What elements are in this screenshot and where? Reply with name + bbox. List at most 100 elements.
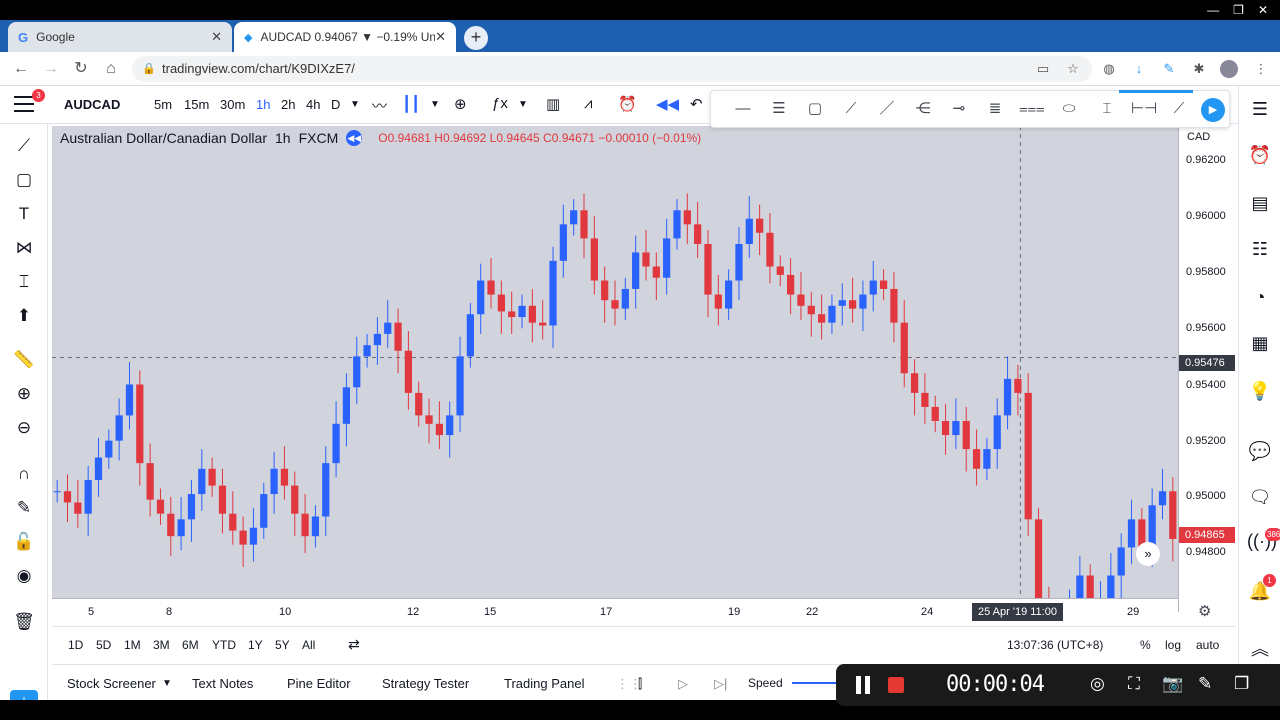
- data-window-icon[interactable]: ☷: [1247, 236, 1273, 262]
- range-3m[interactable]: 3M: [153, 638, 170, 652]
- fullscreen-icon[interactable]: ⛶: [1128, 674, 1140, 694]
- tab-strategy-tester[interactable]: Strategy Tester: [382, 676, 469, 691]
- calendar-icon[interactable]: ▦: [1247, 330, 1273, 356]
- undo-icon[interactable]: ↶: [690, 95, 703, 113]
- range-5d[interactable]: 5D: [96, 638, 111, 652]
- range-ytd[interactable]: YTD: [212, 638, 236, 652]
- replay-back-icon[interactable]: ◀◀: [346, 130, 363, 146]
- timeframe-15m[interactable]: 15m: [184, 97, 209, 112]
- trash-icon[interactable]: 🗑: [12, 610, 36, 634]
- close-icon[interactable]: ✕: [435, 29, 446, 45]
- trend-tools-icon[interactable]: ⟋: [12, 134, 36, 158]
- back-arrow-icon[interactable]: ←: [10, 58, 32, 80]
- shapes-icon[interactable]: ▢: [12, 168, 36, 192]
- replay-step-icon[interactable]: ▷|: [714, 676, 727, 692]
- percent-toggle[interactable]: %: [1140, 638, 1151, 652]
- timeframe-d[interactable]: D: [331, 97, 340, 112]
- kebab-menu-icon[interactable]: ⋮: [1252, 60, 1270, 78]
- timeframe-4h[interactable]: 4h: [306, 97, 320, 112]
- alerts-clock-icon[interactable]: ⏰: [1247, 142, 1273, 168]
- watchlist-icon[interactable]: ☰: [1247, 96, 1273, 122]
- indicators-icon[interactable]: ƒx: [492, 95, 508, 112]
- zoom-out-icon[interactable]: ⊖: [12, 416, 36, 440]
- text-tool-icon[interactable]: T: [12, 202, 36, 226]
- play-icon[interactable]: ▶: [1201, 98, 1225, 122]
- url-field[interactable]: 🔒 tradingview.com/chart/K9DIXzE7/: [132, 56, 1092, 82]
- profile-avatar[interactable]: [1220, 60, 1238, 78]
- replay-icon[interactable]: ◀◀: [656, 95, 679, 113]
- ellipse-icon[interactable]: ⬭: [1057, 99, 1081, 119]
- eye-icon[interactable]: ◉: [12, 564, 36, 588]
- timeframe-2h[interactable]: 2h: [281, 97, 295, 112]
- range-6m[interactable]: 6M: [182, 638, 199, 652]
- replay-select-bar-icon[interactable]: ⫿: [638, 676, 642, 692]
- range-1m[interactable]: 1M: [124, 638, 141, 652]
- tab-pine-editor[interactable]: Pine Editor: [287, 676, 351, 691]
- fib-channel-icon[interactable]: ⩶: [1019, 99, 1045, 119]
- ideas-lightbulb-icon[interactable]: 💡: [1247, 378, 1273, 404]
- pen-extension-icon[interactable]: ✎: [1160, 60, 1178, 78]
- camera-icon[interactable]: 📷: [1162, 674, 1183, 694]
- home-icon[interactable]: ⌂: [100, 58, 122, 80]
- range-1y[interactable]: 1Y: [248, 638, 263, 652]
- prediction-icon[interactable]: ⌶: [12, 270, 36, 294]
- timeframe-5m[interactable]: 5m: [154, 97, 172, 112]
- symbol-search[interactable]: AUDCAD: [64, 97, 120, 112]
- log-toggle[interactable]: log: [1165, 638, 1181, 652]
- range-1d[interactable]: 1D: [68, 638, 83, 652]
- stop-record-icon[interactable]: [888, 677, 904, 693]
- time-axis[interactable]: 5 8 10 12 15 17 19 22 24 29 25 Apr '19 1…: [52, 598, 1178, 624]
- ruler-icon[interactable]: 📏: [12, 348, 36, 372]
- tab-text-notes[interactable]: Text Notes: [192, 676, 253, 691]
- measure-icon[interactable]: ⟋: [1167, 99, 1191, 119]
- new-tab-button[interactable]: +: [464, 26, 488, 50]
- speed-slider[interactable]: [792, 682, 840, 684]
- goto-date-icon[interactable]: ⇄: [348, 636, 360, 653]
- replay-play-icon[interactable]: ▷: [678, 676, 688, 692]
- lock-icon[interactable]: 🔓: [12, 530, 36, 554]
- tab-google[interactable]: G Google ✕: [8, 22, 232, 52]
- news-icon[interactable]: ▤: [1247, 190, 1273, 216]
- timeframe-30m[interactable]: 30m: [220, 97, 245, 112]
- hotlists-icon[interactable]: ◔: [1247, 284, 1273, 310]
- chevron-down-icon[interactable]: ▼: [162, 678, 172, 689]
- lock-pencil-icon[interactable]: ✎: [12, 496, 36, 520]
- arrow-up-icon[interactable]: ⬆: [12, 304, 36, 328]
- trend-line-icon[interactable]: ⟋: [839, 99, 863, 119]
- rectangle-icon[interactable]: ▢: [803, 99, 827, 119]
- candles-icon[interactable]: ┃┃: [402, 95, 420, 113]
- timeframe-1h[interactable]: 1h: [256, 97, 270, 112]
- private-chats-icon[interactable]: 🗨: [1247, 484, 1273, 510]
- alert-clock-icon[interactable]: ⏰: [618, 95, 637, 113]
- maximize-button[interactable]: ❐: [1233, 3, 1244, 17]
- draw-pen-icon[interactable]: ✎: [1198, 674, 1212, 694]
- gear-icon[interactable]: ⚙: [1198, 602, 1211, 620]
- scroll-to-realtime-button[interactable]: »: [1136, 542, 1160, 566]
- tab-stock-screener[interactable]: Stock Screener: [67, 676, 156, 691]
- chevron-down-icon[interactable]: ▼: [430, 99, 440, 110]
- horizontal-line-icon[interactable]: ⊸: [947, 99, 971, 119]
- minimize-button[interactable]: —: [1207, 3, 1219, 17]
- forward-arrow-icon[interactable]: →: [40, 58, 62, 80]
- chevron-down-icon[interactable]: ▼: [350, 99, 360, 110]
- tab-trading-panel[interactable]: Trading Panel: [504, 676, 584, 691]
- cast-icon[interactable]: ▭: [1034, 60, 1052, 78]
- fib-retracement-icon[interactable]: ≣: [983, 99, 1007, 119]
- chats-icon[interactable]: 💬: [1247, 438, 1273, 464]
- auto-toggle[interactable]: auto: [1196, 638, 1219, 652]
- extension-globe-icon[interactable]: ◍: [1100, 60, 1118, 78]
- patterns-icon[interactable]: ⋈: [12, 236, 36, 260]
- magnet-icon[interactable]: ∩: [12, 462, 36, 486]
- download-icon[interactable]: ↓: [1130, 60, 1148, 78]
- parallel-channel-icon[interactable]: ☰: [767, 99, 791, 119]
- line-chart-icon[interactable]: 〰: [372, 95, 387, 116]
- horizontal-ray-icon[interactable]: —: [731, 99, 755, 119]
- pitchfork-icon[interactable]: ⋲: [911, 99, 935, 119]
- reload-icon[interactable]: ↻: [70, 58, 92, 80]
- templates-icon[interactable]: ⩘: [584, 95, 592, 112]
- price-range-icon[interactable]: ⌶: [1095, 99, 1119, 119]
- bookmark-star-icon[interactable]: ☆: [1064, 60, 1082, 78]
- tab-audcad[interactable]: ◆ AUDCAD 0.94067 ▼ −0.19% Unna ✕: [234, 22, 456, 52]
- extended-line-icon[interactable]: ／: [875, 99, 899, 119]
- date-range-icon[interactable]: ⊢⊣: [1131, 99, 1157, 119]
